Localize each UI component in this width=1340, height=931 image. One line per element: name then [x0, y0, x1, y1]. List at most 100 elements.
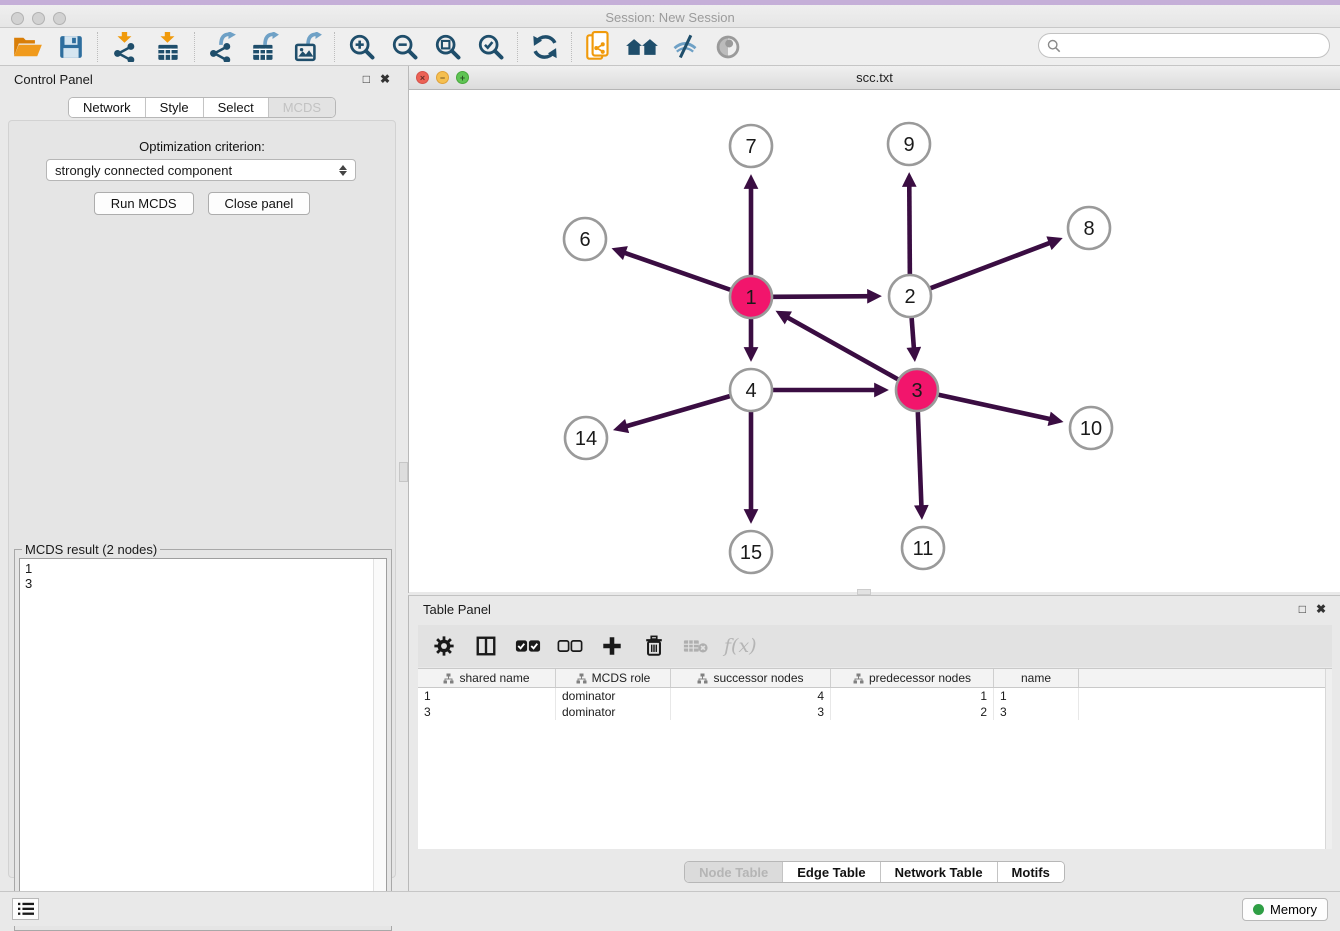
delete-table-button[interactable] [682, 631, 710, 661]
home-icon [625, 34, 659, 60]
show-graphics-button[interactable] [706, 29, 749, 65]
graph-edge-3-11[interactable] [918, 412, 922, 514]
search-box[interactable] [1038, 33, 1330, 58]
table-cell[interactable]: 3 [994, 704, 1079, 720]
table-scrollbar[interactable] [1325, 669, 1332, 849]
table-cell[interactable]: 3 [418, 704, 556, 720]
function-builder-button[interactable]: f(x) [724, 635, 757, 657]
result-scrollbar[interactable] [373, 559, 386, 925]
import-table-button[interactable] [146, 29, 189, 65]
table-cell[interactable]: 3 [671, 704, 831, 720]
graph-node-label-10: 10 [1080, 418, 1102, 440]
zoom-selected-button[interactable] [469, 29, 512, 65]
graph-edge-2-3[interactable] [912, 318, 915, 356]
graph-edge-2-9[interactable] [909, 178, 910, 274]
deselect-all-icon [557, 637, 583, 655]
show-panels-button[interactable] [12, 898, 39, 920]
column-header-shared-name[interactable]: shared name [418, 669, 556, 687]
zoom-in-icon [348, 33, 376, 61]
graph-edge-2-8[interactable] [931, 240, 1058, 288]
tab-mcds[interactable]: MCDS [269, 98, 335, 117]
hide-panel-button[interactable] [663, 29, 706, 65]
network-file-button[interactable] [577, 29, 620, 65]
column-header-predecessor-nodes[interactable]: predecessor nodes [831, 669, 994, 687]
table-cell[interactable]: dominator [556, 688, 671, 704]
search-input[interactable] [1066, 38, 1321, 53]
deselect-all-button[interactable] [556, 631, 584, 661]
show-columns-button[interactable] [472, 631, 500, 661]
list-icon [17, 901, 35, 917]
graph-node-label-4: 4 [745, 380, 756, 402]
column-header-MCDS-role[interactable]: MCDS role [556, 669, 671, 687]
toolbar-separator [517, 32, 518, 62]
network-window-titlebar: × − + scc.txt [409, 66, 1340, 90]
result-line: 1 [25, 561, 381, 576]
attribute-tree-icon [443, 673, 454, 684]
table-cell[interactable]: dominator [556, 704, 671, 720]
save-session-button[interactable] [49, 29, 92, 65]
zoom-selected-icon [477, 33, 505, 61]
table-settings-button[interactable] [430, 631, 458, 661]
delete-row-button[interactable] [640, 631, 668, 661]
table-cell[interactable]: 1 [418, 688, 556, 704]
table-cell[interactable]: 1 [994, 688, 1079, 704]
search-icon [1047, 39, 1061, 53]
mcds-result-list[interactable]: 13 [19, 558, 387, 926]
table-row[interactable]: 3dominator323 [418, 704, 1332, 720]
mcds-result-title: MCDS result (2 nodes) [22, 542, 160, 557]
export-network-button[interactable] [200, 29, 243, 65]
float-table-panel-icon[interactable]: □ [1299, 602, 1306, 616]
import-network-button[interactable] [103, 29, 146, 65]
tab-network-table[interactable]: Network Table [881, 862, 998, 882]
graph-edge-3-1[interactable] [781, 314, 898, 380]
close-panel-button[interactable]: Close panel [208, 192, 311, 215]
window-titlebar: Session: New Session [0, 0, 1340, 28]
refresh-button[interactable] [523, 29, 566, 65]
export-table-button[interactable] [243, 29, 286, 65]
graph-edge-3-10[interactable] [938, 395, 1057, 421]
optimization-criterion-label: Optimization criterion: [9, 139, 395, 154]
column-header-successor-nodes[interactable]: successor nodes [671, 669, 831, 687]
table-panel-title: Table Panel [423, 602, 491, 617]
open-session-button[interactable] [6, 29, 49, 65]
zoom-fit-button[interactable] [426, 29, 469, 65]
table-cell[interactable]: 4 [671, 688, 831, 704]
graph-edge-1-6[interactable] [617, 250, 730, 290]
column-label: predecessor nodes [869, 671, 971, 685]
toolbar-separator [571, 32, 572, 62]
save-icon [58, 34, 84, 60]
table-cell[interactable]: 1 [831, 688, 994, 704]
panel-splitter-handle[interactable] [399, 462, 408, 482]
memory-button[interactable]: Memory [1242, 898, 1328, 921]
graph-node-label-15: 15 [740, 542, 762, 564]
zoom-in-button[interactable] [340, 29, 383, 65]
gear-icon [433, 635, 455, 657]
graph-edge-4-14[interactable] [619, 396, 730, 428]
tab-motifs[interactable]: Motifs [998, 862, 1064, 882]
zoom-out-button[interactable] [383, 29, 426, 65]
memory-label: Memory [1270, 902, 1317, 917]
home-layout-button[interactable] [620, 29, 663, 65]
table-row[interactable]: 1dominator411 [418, 688, 1332, 704]
close-panel-icon[interactable]: ✖ [380, 72, 390, 86]
run-mcds-button[interactable]: Run MCDS [94, 192, 194, 215]
column-label: MCDS role [592, 671, 651, 685]
float-panel-icon[interactable]: □ [363, 72, 370, 86]
add-row-button[interactable] [598, 631, 626, 661]
tab-node-table[interactable]: Node Table [685, 862, 783, 882]
table-cell[interactable]: 2 [831, 704, 994, 720]
tab-edge-table[interactable]: Edge Table [783, 862, 880, 882]
graph-edge-1-2[interactable] [773, 296, 876, 297]
network-canvas[interactable]: 7968124314101511 [409, 90, 1340, 592]
mcds-result-lines: 13 [25, 561, 381, 591]
tab-select[interactable]: Select [204, 98, 269, 117]
column-header-name[interactable]: name [994, 669, 1079, 687]
control-panel-tabs: NetworkStyleSelectMCDS [68, 97, 336, 118]
tab-network[interactable]: Network [69, 98, 146, 117]
select-all-button[interactable] [514, 631, 542, 661]
attribute-tree-icon [697, 673, 708, 684]
close-table-panel-icon[interactable]: ✖ [1316, 602, 1326, 616]
optimization-criterion-select[interactable]: strongly connected component [46, 159, 356, 181]
tab-style[interactable]: Style [146, 98, 204, 117]
export-image-button[interactable] [286, 29, 329, 65]
